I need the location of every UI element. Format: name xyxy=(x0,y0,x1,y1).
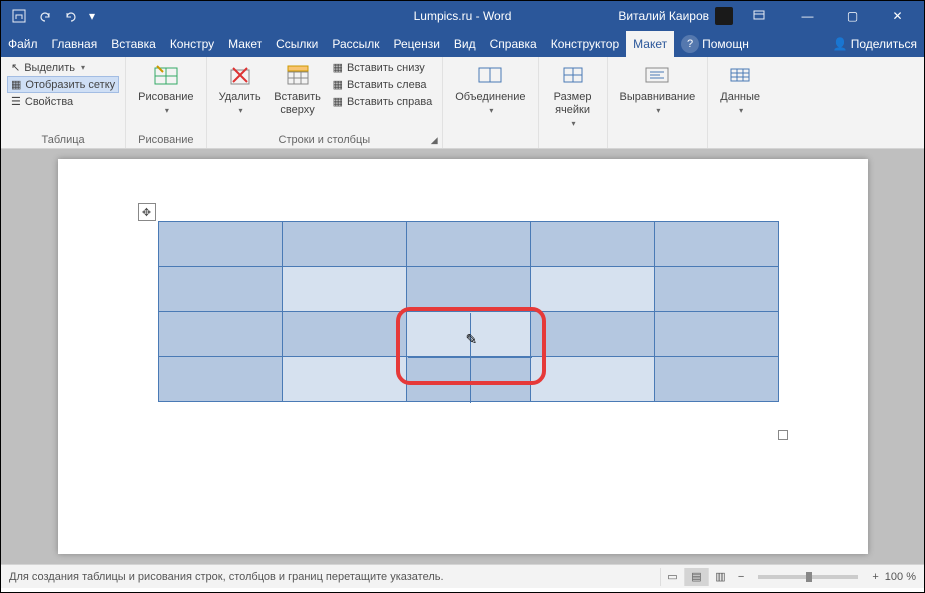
menubar: Файл Главная Вставка Констру Макет Ссылк… xyxy=(1,31,924,57)
cursor-icon: ↖ xyxy=(11,61,20,74)
zoom-level[interactable]: 100 % xyxy=(885,571,916,583)
titlebar: ▾ Lumpics.ru - Word Виталий Каиров — ▢ ✕ xyxy=(1,1,924,31)
zoom-in-button[interactable]: + xyxy=(872,571,878,583)
group-label: Таблица xyxy=(7,133,119,148)
avatar-icon[interactable] xyxy=(715,7,733,25)
group-cell-size: Размер ячейки xyxy=(539,57,608,148)
alignment-button[interactable]: Выравнивание xyxy=(614,59,702,133)
group-draw: Рисование Рисование xyxy=(126,57,206,148)
table-row xyxy=(158,357,778,402)
show-gridlines-button[interactable]: ▦Отобразить сетку xyxy=(7,76,119,93)
share-button[interactable]: 👤Поделиться xyxy=(826,31,924,57)
table-resize-handle[interactable] xyxy=(778,430,788,440)
cell-size-button[interactable]: Размер ячейки xyxy=(545,59,601,133)
tab-table-layout[interactable]: Макет xyxy=(626,31,674,57)
undo-icon[interactable] xyxy=(37,8,53,24)
group-data: Данные xyxy=(708,57,772,148)
cell-size-icon xyxy=(559,61,587,89)
alignment-icon xyxy=(643,61,671,89)
merge-button[interactable]: Объединение xyxy=(449,59,531,133)
page[interactable]: ✥ ✎ xyxy=(58,159,868,554)
insert-below-icon: ▦ xyxy=(333,61,343,74)
user-name[interactable]: Виталий Каиров xyxy=(618,9,709,23)
delete-icon xyxy=(226,61,254,89)
tab-file[interactable]: Файл xyxy=(1,31,45,57)
draw-table-button[interactable]: Рисование xyxy=(132,59,199,133)
tab-review[interactable]: Рецензи xyxy=(387,31,447,57)
data-icon xyxy=(726,61,754,89)
tab-layout[interactable]: Макет xyxy=(221,31,269,57)
group-rows-columns: Удалить Вставить сверху ▦Вставить снизу … xyxy=(207,57,444,148)
autosave-icon[interactable] xyxy=(11,8,27,24)
view-web-button[interactable]: ▥ xyxy=(708,568,732,586)
properties-icon: ☰ xyxy=(11,95,21,108)
tab-view[interactable]: Вид xyxy=(447,31,483,57)
group-table: ↖Выделить ▦Отобразить сетку ☰Свойства Та… xyxy=(1,57,126,148)
grid-icon: ▦ xyxy=(11,78,21,91)
zoom-out-button[interactable]: − xyxy=(738,571,744,583)
insert-right-button[interactable]: ▦Вставить справа xyxy=(329,93,437,110)
minimize-button[interactable]: — xyxy=(785,1,830,31)
insert-right-icon: ▦ xyxy=(333,95,343,108)
statusbar: Для создания таблицы и рисования строк, … xyxy=(1,564,924,588)
close-button[interactable]: ✕ xyxy=(875,1,920,31)
insert-above-icon xyxy=(284,61,312,89)
ribbon: ↖Выделить ▦Отобразить сетку ☰Свойства Та… xyxy=(1,57,924,149)
window-title: Lumpics.ru - Word xyxy=(414,9,512,23)
ribbon-display-icon[interactable] xyxy=(751,8,767,24)
insert-above-button[interactable]: Вставить сверху xyxy=(267,59,329,133)
tab-help[interactable]: Справка xyxy=(483,31,544,57)
merge-icon xyxy=(476,61,504,89)
view-focus-button[interactable]: ▭ xyxy=(660,568,684,586)
tab-mailings[interactable]: Рассылк xyxy=(325,31,386,57)
tab-design[interactable]: Констру xyxy=(163,31,221,57)
group-alignment: Выравнивание xyxy=(608,57,709,148)
tab-insert[interactable]: Вставка xyxy=(104,31,163,57)
dialog-launcher-icon[interactable]: ◢ xyxy=(428,134,440,146)
table-row xyxy=(158,222,778,267)
table-row xyxy=(158,267,778,312)
insert-left-button[interactable]: ▦Вставить слева xyxy=(329,76,437,93)
view-print-button[interactable]: ▤ xyxy=(684,568,708,586)
insert-below-button[interactable]: ▦Вставить снизу xyxy=(329,59,437,76)
pencil-cursor-icon: ✎ xyxy=(466,331,478,348)
tab-table-design[interactable]: Конструктор xyxy=(544,31,626,57)
status-hint: Для создания таблицы и рисования строк, … xyxy=(9,571,444,583)
document-table[interactable] xyxy=(158,221,779,402)
delete-button[interactable]: Удалить xyxy=(213,59,267,133)
group-merge: Объединение xyxy=(443,57,538,148)
data-button[interactable]: Данные xyxy=(714,59,766,133)
tell-me[interactable]: ?Помощн xyxy=(674,31,756,57)
tab-references[interactable]: Ссылки xyxy=(269,31,325,57)
draw-table-icon xyxy=(152,61,180,89)
maximize-button[interactable]: ▢ xyxy=(830,1,875,31)
table-move-handle[interactable]: ✥ xyxy=(138,203,156,221)
tab-home[interactable]: Главная xyxy=(45,31,105,57)
select-button[interactable]: ↖Выделить xyxy=(7,59,119,76)
properties-button[interactable]: ☰Свойства xyxy=(7,93,119,110)
qat-customize-icon[interactable]: ▾ xyxy=(89,9,95,23)
insert-left-icon: ▦ xyxy=(333,78,343,91)
zoom-slider[interactable] xyxy=(758,575,858,579)
redo-icon[interactable] xyxy=(63,8,79,24)
document-area[interactable]: ✥ ✎ xyxy=(1,149,924,564)
